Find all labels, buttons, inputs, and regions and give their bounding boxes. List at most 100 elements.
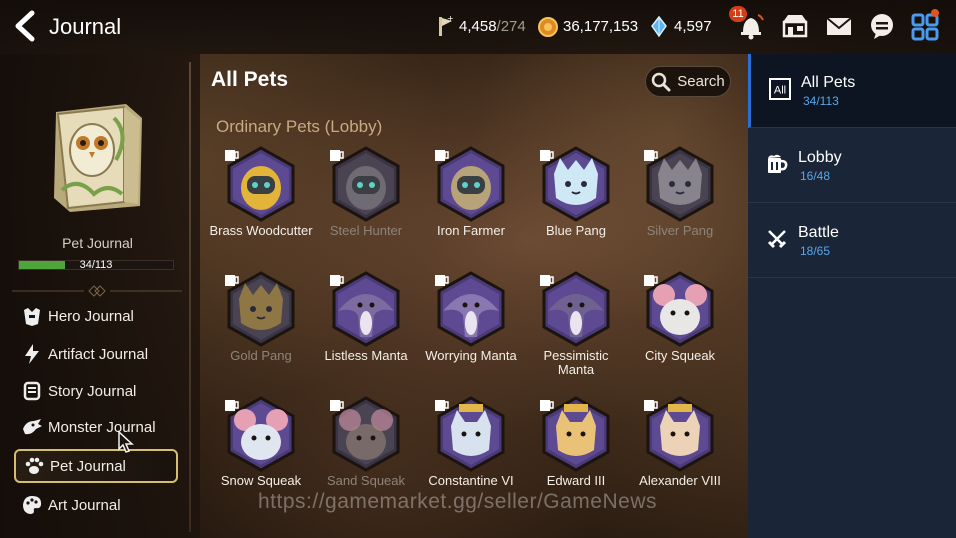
pet-portrait (433, 271, 509, 347)
menu-art-journal[interactable]: Art Journal (14, 488, 178, 522)
mug-icon (330, 150, 344, 161)
pet-card[interactable]: Constantine VI (419, 396, 523, 488)
pet-name: Edward III (546, 473, 606, 488)
pet-card[interactable]: Alexander VIII (628, 396, 732, 488)
mug-icon (644, 150, 658, 161)
all-icon: All (769, 78, 791, 100)
journal-progress-bar: 34/113 (18, 259, 174, 271)
chat-button[interactable] (866, 10, 898, 42)
pet-card[interactable]: Silver Pang (628, 146, 732, 238)
pet-portrait (328, 271, 404, 347)
pet-name: Snow Squeak (220, 473, 302, 488)
pet-card[interactable]: Iron Farmer (419, 146, 523, 238)
mug-icon (540, 275, 554, 286)
owl-book-icon (54, 104, 142, 212)
pet-card[interactable]: Gold Pang (209, 271, 313, 363)
mug-icon (435, 150, 449, 161)
notification-badge: 11 (729, 6, 747, 22)
mouse-cursor-icon (118, 430, 134, 453)
crystal-display[interactable]: 4,597 (648, 14, 712, 38)
pet-card[interactable]: Snow Squeak (209, 396, 313, 488)
pet-portrait (642, 146, 718, 222)
svg-text:All: All (774, 85, 786, 97)
gold-coin-icon (538, 17, 558, 37)
pet-portrait (223, 271, 299, 347)
tab-label: Battle (798, 224, 839, 241)
mug-icon (540, 150, 554, 161)
top-bar: Journal + 4,458 /274 36,177,153 4,597 11 (0, 0, 956, 54)
search-button[interactable]: Search (645, 66, 731, 97)
mug-icon (435, 275, 449, 286)
pet-name: City Squeak (644, 348, 716, 363)
main-menu-button[interactable] (909, 9, 941, 42)
pet-card[interactable]: Worrying Manta (419, 271, 523, 363)
pet-card[interactable]: Blue Pang (524, 146, 628, 238)
right-panel: All All Pets 34/113 Lobby 16/48 Battle 1… (748, 54, 956, 538)
tab-label: Lobby (798, 149, 842, 166)
pet-name: Listless Manta (324, 348, 408, 363)
tab-all-pets[interactable]: All All Pets 34/113 (748, 54, 956, 128)
menu-label: Art Journal (48, 496, 121, 514)
search-icon (651, 72, 671, 91)
pet-name: Brass Woodcutter (209, 223, 313, 238)
pet-name: Silver Pang (646, 223, 714, 238)
shop-button[interactable] (779, 10, 811, 42)
menu-label: Hero Journal (48, 307, 134, 325)
menu-story-journal[interactable]: Story Journal (14, 374, 178, 408)
menu-monster-journal[interactable]: Monster Journal (14, 410, 178, 444)
pet-card[interactable]: Sand Squeak (314, 396, 418, 488)
paw-icon (25, 457, 44, 474)
search-label: Search (677, 73, 725, 90)
pet-portrait (538, 146, 614, 222)
tab-count: 18/65 (800, 244, 831, 258)
mug-icon (435, 400, 449, 411)
pet-card[interactable]: Steel Hunter (314, 146, 418, 238)
tab-battle[interactable]: Battle 18/65 (748, 204, 956, 278)
menu-label: Story Journal (48, 382, 137, 400)
pet-portrait (433, 396, 509, 472)
pet-name: Gold Pang (230, 348, 292, 363)
tab-label: All Pets (801, 74, 856, 91)
paint-palette-icon (23, 496, 42, 514)
hero-helmet-icon (24, 308, 40, 326)
pet-card[interactable]: City Squeak (628, 271, 732, 363)
pet-portrait (223, 396, 299, 472)
pet-name: Iron Farmer (437, 223, 505, 238)
mail-button[interactable] (823, 10, 855, 42)
menu-hero-journal[interactable]: Hero Journal (14, 299, 178, 333)
notification-button[interactable]: 11 (729, 6, 767, 42)
pet-portrait (642, 271, 718, 347)
back-arrow-icon[interactable] (12, 10, 40, 42)
mug-icon (644, 275, 658, 286)
category-title: Ordinary Pets (Lobby) (216, 117, 383, 136)
menu-alert-dot (931, 9, 939, 17)
pet-card[interactable]: Edward III (524, 396, 628, 488)
gold-display[interactable]: 36,177,153 (537, 14, 638, 38)
crystal-value: 4,597 (674, 17, 712, 35)
menu-artifact-journal[interactable]: Artifact Journal (14, 337, 178, 371)
stamina-flag-icon: + (439, 14, 454, 36)
stamina-display[interactable]: + 4,458 /274 (433, 14, 526, 38)
pet-card[interactable]: Pessimistic Manta (524, 271, 628, 377)
mug-icon (330, 275, 344, 286)
menu-pet-journal[interactable]: Pet Journal (14, 449, 178, 483)
mug-icon (225, 150, 239, 161)
tab-count: 16/48 (800, 169, 831, 183)
tab-count: 34/113 (803, 94, 839, 108)
svg-text:+: + (447, 14, 454, 23)
pet-name: Constantine VI (428, 473, 514, 488)
tab-lobby[interactable]: Lobby 16/48 (748, 129, 956, 203)
ornament-divider (12, 285, 182, 297)
pet-name: Worrying Manta (425, 348, 517, 363)
stamina-value: 4,458 (459, 17, 497, 35)
mug-icon (540, 400, 554, 411)
pet-card[interactable]: Brass Woodcutter (209, 146, 313, 238)
crossed-swords-icon (767, 230, 787, 249)
pet-card[interactable]: Listless Manta (314, 271, 418, 363)
pet-portrait (433, 146, 509, 222)
menu-label: Artifact Journal (48, 345, 149, 363)
mug-icon (768, 154, 788, 173)
pet-portrait (328, 146, 404, 222)
pet-portrait (538, 271, 614, 347)
crystal-icon (651, 15, 667, 38)
